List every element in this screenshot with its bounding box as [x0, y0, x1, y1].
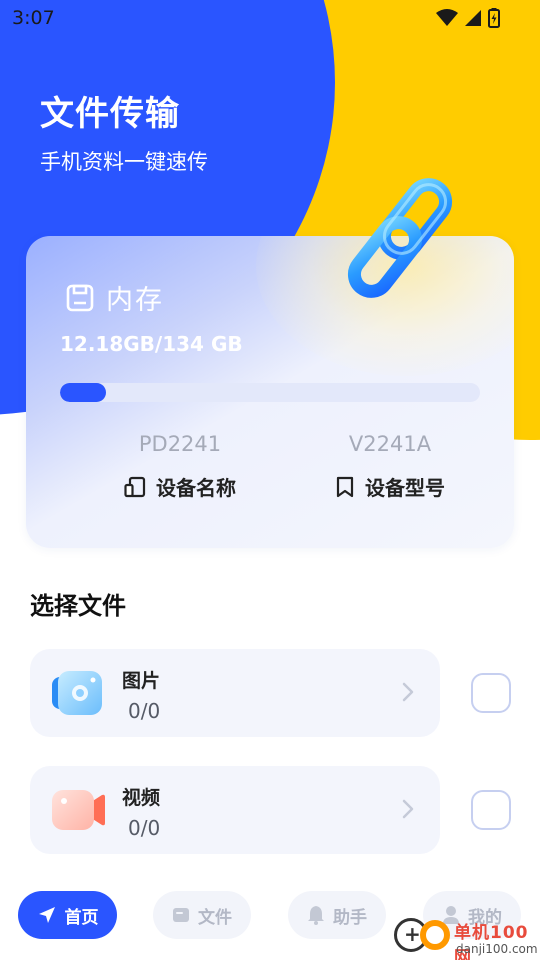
- select-files-title: 选择文件: [30, 592, 126, 620]
- device-model-block: V2241A 设备型号: [290, 432, 490, 501]
- watermark-url: danji100.com: [456, 942, 538, 956]
- chain-link-icon: [347, 178, 453, 298]
- file-type-name: 视频: [122, 787, 161, 809]
- storage-title: 内存: [106, 285, 164, 316]
- folder-icon: [173, 908, 189, 922]
- device-model-value: V2241A: [348, 432, 432, 456]
- storage-progress-bar: [60, 383, 480, 402]
- file-type-videos[interactable]: 视频 0/0: [30, 766, 440, 854]
- device-model-label: 设备型号: [365, 476, 445, 500]
- wifi-icon: [436, 9, 458, 26]
- device-name-value: PD2241: [138, 432, 222, 456]
- storage-usage: 12.18GB/134 GB: [60, 332, 243, 356]
- send-icon: [38, 907, 55, 923]
- page-title: 文件传输: [40, 94, 180, 134]
- device-name-label: 设备名称: [156, 476, 236, 500]
- videos-checkbox[interactable]: [471, 790, 511, 830]
- images-checkbox[interactable]: [471, 673, 511, 713]
- nav-files-label: 文件: [198, 907, 232, 928]
- page-subtitle: 手机资料一键速传: [40, 150, 208, 174]
- bell-icon: [308, 906, 324, 925]
- battery-icon: [488, 8, 500, 28]
- bookmark-icon: [336, 476, 354, 497]
- file-type-count: 0/0: [128, 816, 161, 840]
- chevron-right-icon: [402, 682, 414, 702]
- status-bar: 3:07: [0, 0, 540, 36]
- watermark-logo: + 单机100网 danji100.com: [394, 912, 540, 960]
- device-name-block: PD2241 设备名称: [80, 432, 280, 501]
- nav-assistant-button[interactable]: 助手: [288, 891, 386, 939]
- file-type-count: 0/0: [128, 699, 161, 723]
- status-icons: [436, 8, 500, 28]
- nav-home-button[interactable]: 首页: [18, 891, 117, 939]
- storage-header: 内存: [66, 278, 164, 317]
- nav-home-label: 首页: [64, 907, 99, 928]
- video-icon: [52, 790, 105, 830]
- floppy-disk-icon: [66, 284, 94, 311]
- image-icon: [52, 671, 102, 715]
- storage-progress-fill: [60, 383, 107, 402]
- signal-icon: [465, 10, 481, 26]
- chevron-right-icon: [402, 799, 414, 819]
- nav-assistant-label: 助手: [333, 907, 367, 928]
- file-type-name: 图片: [122, 670, 161, 692]
- nav-files-button[interactable]: 文件: [153, 891, 251, 939]
- status-time: 3:07: [12, 7, 55, 29]
- device-phone-icon: [124, 476, 146, 497]
- file-type-images[interactable]: 图片 0/0: [30, 649, 440, 737]
